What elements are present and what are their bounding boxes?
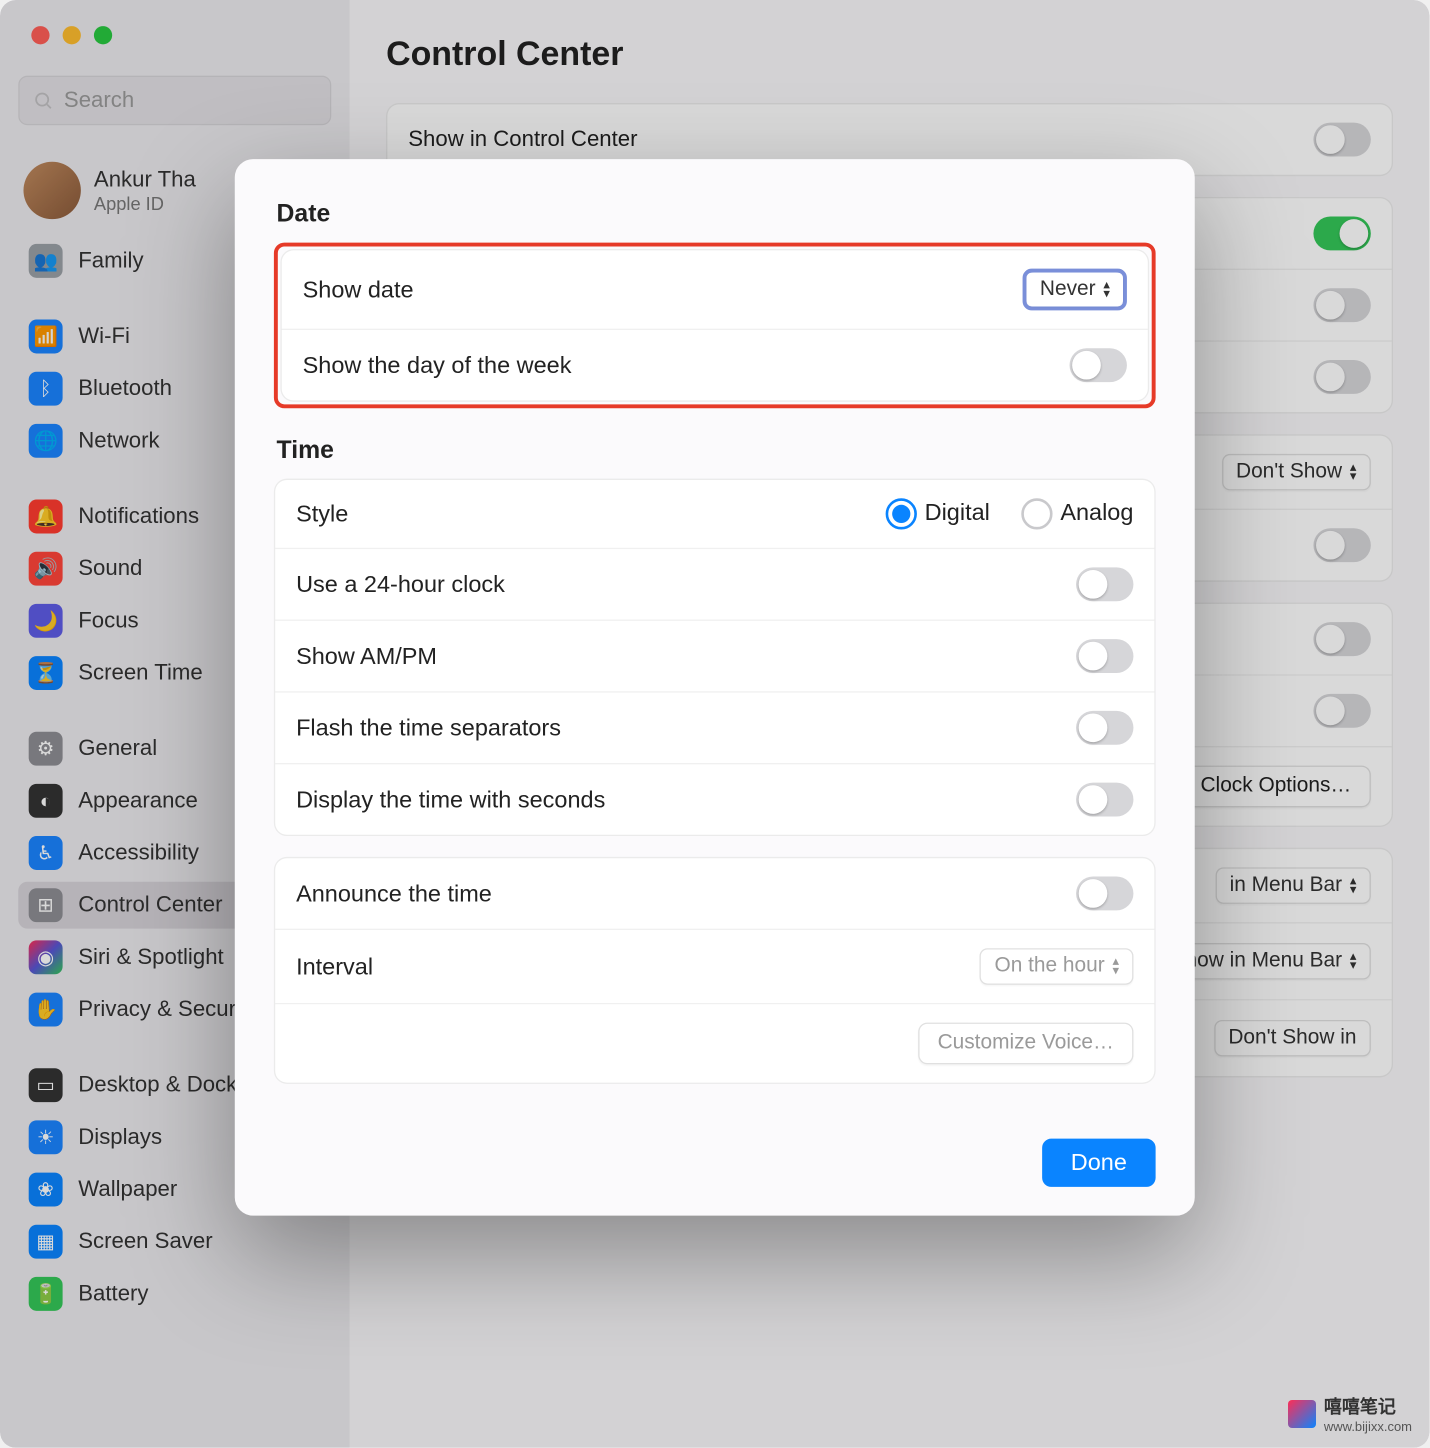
interval-select[interactable]: On the hour▴▾ (980, 948, 1133, 985)
customize-voice-button[interactable]: Customize Voice… (918, 1023, 1133, 1065)
chevron-updown-icon: ▴▾ (1103, 280, 1110, 298)
toggle-announce[interactable] (1076, 876, 1133, 910)
row-announce: Announce the time (275, 858, 1154, 928)
toggle-ampm[interactable] (1076, 639, 1133, 673)
row-interval: Interval On the hour▴▾ (275, 929, 1154, 1003)
row-label: Show date (303, 276, 414, 303)
watermark-logo-icon (1288, 1400, 1316, 1428)
row-style: Style Digital Analog (275, 480, 1154, 548)
row-show-date: Show date Never ▴▾ (282, 250, 1148, 328)
highlight-box: Show date Never ▴▾ Show the day of the w… (274, 243, 1156, 409)
done-button[interactable]: Done (1042, 1139, 1156, 1187)
radio-icon (1021, 498, 1052, 529)
toggle-seconds[interactable] (1076, 783, 1133, 817)
radio-analog[interactable]: Analog (1021, 498, 1133, 529)
section-title-date: Date (277, 201, 1156, 230)
row-label: Style (296, 500, 348, 527)
chevron-updown-icon: ▴▾ (1113, 957, 1120, 975)
show-date-select-focus: Never ▴▾ (1023, 269, 1127, 311)
row-label: Show the day of the week (303, 352, 572, 379)
toggle-day-of-week[interactable] (1070, 348, 1127, 382)
radio-digital[interactable]: Digital (885, 498, 989, 529)
show-date-select[interactable]: Never ▴▾ (1027, 273, 1123, 307)
row-customize-voice: Customize Voice… (275, 1003, 1154, 1083)
watermark-url: www.bijixx.com (1324, 1419, 1412, 1434)
row-label: Interval (296, 953, 373, 980)
row-seconds: Display the time with seconds (275, 763, 1154, 835)
watermark: 嘻嘻笔记 www.bijixx.com (1288, 1393, 1412, 1434)
row-label: Display the time with seconds (296, 786, 605, 813)
system-settings-window: Search Ankur Tha Apple ID 👥 Family 📶Wi-F… (0, 0, 1430, 1448)
toggle-24h[interactable] (1076, 567, 1133, 601)
watermark-text: 嘻嘻笔记 (1324, 1393, 1412, 1419)
row-label: Announce the time (296, 880, 492, 907)
row-label: Use a 24-hour clock (296, 571, 505, 598)
clock-options-sheet: Date Show date Never ▴▾ Show the day of (235, 159, 1195, 1215)
toggle-flash[interactable] (1076, 711, 1133, 745)
section-title-time: Time (277, 437, 1156, 466)
row-24h: Use a 24-hour clock (275, 548, 1154, 620)
row-label: Flash the time separators (296, 714, 561, 741)
row-ampm: Show AM/PM (275, 620, 1154, 692)
row-day-of-week: Show the day of the week (282, 329, 1148, 401)
row-label: Show AM/PM (296, 642, 437, 669)
row-flash: Flash the time separators (275, 691, 1154, 763)
radio-icon (885, 498, 916, 529)
